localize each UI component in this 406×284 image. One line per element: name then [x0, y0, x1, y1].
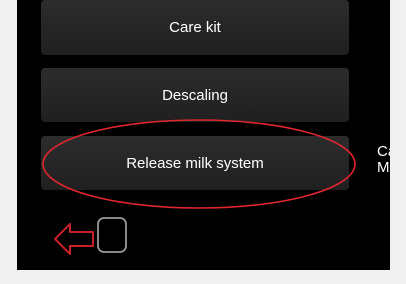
care-kit-button[interactable]: Care kit [41, 0, 349, 55]
release-milk-system-button[interactable]: Release milk system [41, 136, 349, 190]
care-kit-label: Care kit [169, 19, 221, 36]
descaling-button[interactable]: Descaling [41, 68, 349, 122]
machine-display: Care kit Descaling Release milk system C… [17, 0, 390, 270]
back-button[interactable] [53, 214, 131, 262]
side-text-line-2: Mo [377, 159, 390, 176]
release-milk-system-label: Release milk system [126, 154, 264, 172]
descaling-label: Descaling [162, 86, 228, 104]
side-text-line-1: Ca [377, 143, 390, 160]
exit-arrow-icon [54, 217, 127, 255]
